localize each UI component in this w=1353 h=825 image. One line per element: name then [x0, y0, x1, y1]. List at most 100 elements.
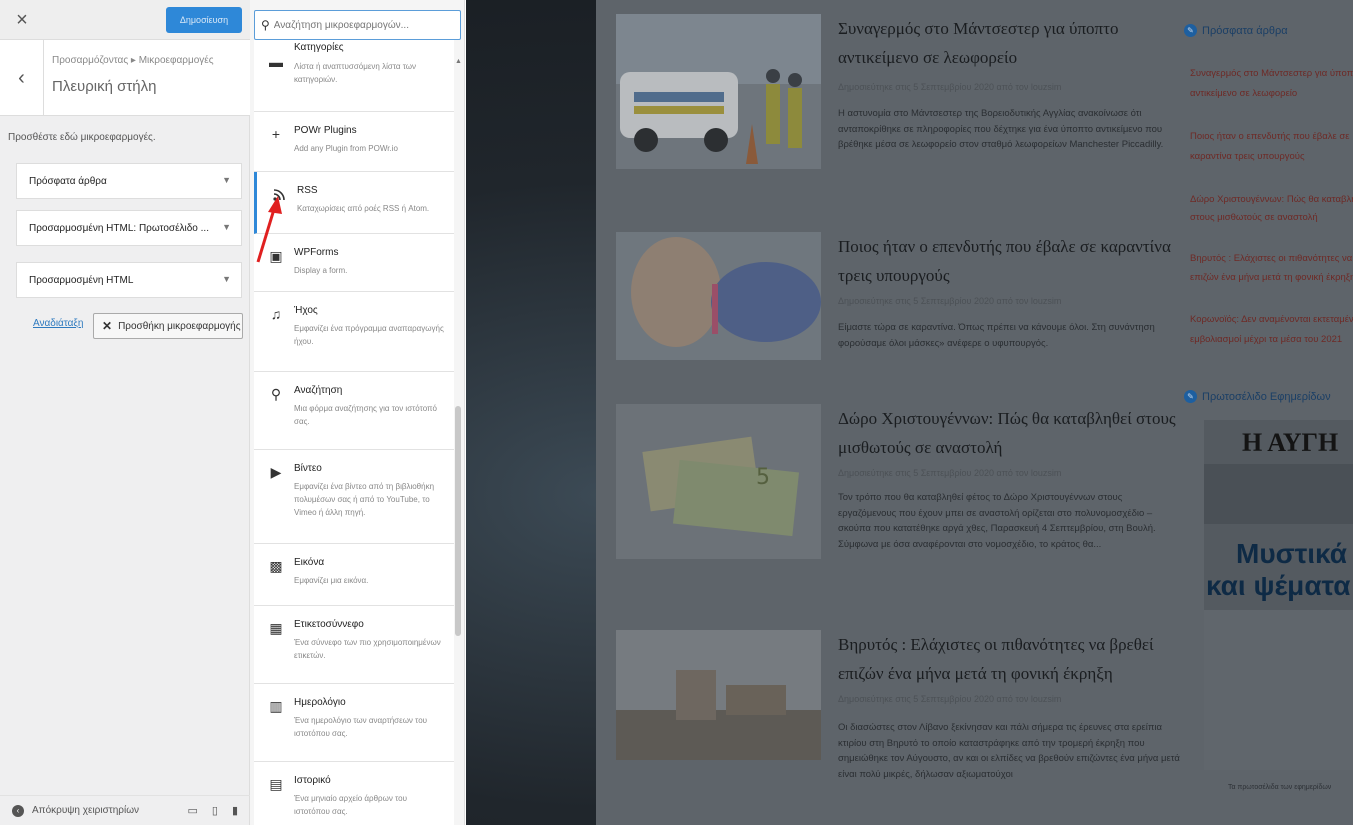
widget-option-desc: Μια φόρμα αναζήτησης για τον ιστότοπό σα… [294, 404, 437, 426]
post-excerpt: Τον τρόπο που θα καταβληθεί φέτος το Δώρ… [838, 492, 1156, 550]
widget-option-title: POWr Plugins [294, 125, 357, 136]
widget-option-title: WPForms [294, 247, 339, 258]
widget-label: Προσαρμοσμένη HTML [29, 274, 134, 286]
post-meta: Δημοσιεύτηκε στις 5 Σεπτεμβρίου 2020 από… [838, 468, 1062, 478]
recent-post-link[interactable]: Δώρο Χριστουγέννων: Πώς θα καταβληθεί [1190, 192, 1353, 208]
post-title[interactable]: Βηρυτός : Ελάχιστες οι πιθανότητες να βρ… [838, 630, 1178, 688]
pencil-icon: ✎ [1184, 24, 1197, 37]
widget-option-title: Ήχος [294, 305, 318, 316]
recent-post-link[interactable]: Κορωνοϊός: Δεν αναμένονται εκτεταμένοι [1190, 312, 1353, 328]
back-button[interactable]: ‹ [0, 40, 44, 116]
recent-post-link[interactable]: εμβολιασμοί μέχρι τα μέσα του 2021 [1190, 332, 1353, 348]
post-title[interactable]: Δώρο Χριστουγέννων: Πώς θα καταβληθεί στ… [838, 404, 1178, 462]
caret-down-icon[interactable]: ▼ [222, 175, 231, 185]
recent-post-link[interactable]: Συναγερμός στο Μάντσεστερ για ύποπτο [1190, 66, 1353, 82]
widget-option-title: Αναζήτηση [294, 385, 343, 396]
recent-posts-heading: ✎ Πρόσφατα άρθρα [1184, 24, 1288, 37]
widget-option-desc: Ένα ημερολόγιο των αναρτήσεων του ιστοτό… [294, 716, 428, 738]
add-widget-button[interactable]: ✕ Προσθήκη μικροεφαρμογής [93, 313, 243, 339]
widget-option-desc: Display a form. [294, 266, 348, 275]
widget-option-search[interactable]: ⚲ Αναζήτηση Μια φόρμα αναζήτησης για τον… [254, 372, 454, 450]
widget-option-powr[interactable]: + POWr Plugins Add any Plugin from POWr.… [254, 112, 454, 172]
widget-search-input[interactable] [273, 19, 454, 31]
post-thumbnail-banknotes[interactable]: 5 [616, 404, 821, 559]
widget-option-desc: Εμφανίζει μια εικόνα. [294, 576, 369, 585]
customizer-topbar: × Δημοσίευση [0, 0, 250, 40]
close-icon[interactable]: × [0, 0, 44, 40]
widget-option-archives[interactable]: ▤ Ιστορικό Ένα μηνιαίο αρχείο άρθρων του… [254, 762, 454, 825]
pencil-icon: ✎ [1184, 390, 1197, 403]
image-icon: ▩ [269, 557, 283, 574]
widget-option-image[interactable]: ▩ Εικόνα Εμφανίζει μια εικόνα. [254, 544, 454, 606]
hide-controls-icon[interactable]: ‹ [12, 804, 24, 817]
widget-option-tag-cloud[interactable]: ▦ Ετικετοσύννεφο Ένα σύννεφο των πιο χρη… [254, 606, 454, 684]
recent-posts-heading-label: Πρόσφατα άρθρα [1202, 24, 1288, 37]
widget-option-title: Κατηγορίες [294, 42, 344, 53]
reorder-link[interactable]: Αναδιάταξη [33, 318, 83, 329]
customizer-footer: ‹ Απόκρυψη χειριστηρίων ▭ ▯ ▮ [0, 795, 250, 825]
widget-option-desc: Ένα σύννεφο των πιο χρησιμοποιημένων ετι… [294, 638, 441, 660]
post-title[interactable]: Συναγερμός στο Μάντσεστερ για ύποπτο αντ… [838, 14, 1178, 72]
caret-down-icon[interactable]: ▼ [222, 274, 231, 284]
post-thumbnail-beirut[interactable] [616, 630, 821, 760]
recent-post-link[interactable]: στους μισθωτούς σε αναστολή [1190, 210, 1353, 226]
post-thumbnail-lab[interactable] [616, 232, 821, 360]
widget-option-video[interactable]: ▶ Βίντεο Εμφανίζει ένα βίντεο από τη βιβ… [254, 450, 454, 544]
video-icon: ▶ [270, 463, 282, 480]
recent-post-link[interactable]: επιζών ένα μήνα μετά τη φονική έκρηξη [1190, 270, 1353, 286]
widget-option-calendar[interactable]: ▥ Ημερολόγιο Ένα ημερολόγιο των αναρτήσε… [254, 684, 454, 762]
hide-controls-label[interactable]: Απόκρυψη χειριστηρίων [32, 805, 139, 816]
newspaper-header-block [1204, 464, 1353, 524]
widget-area-hint: Προσθέστε εδώ μικροεφαρμογές. [8, 132, 156, 143]
widget-option-desc: Add any Plugin from POWr.io [294, 144, 398, 153]
widget-option-title: RSS [297, 185, 318, 196]
plus-icon: + [271, 126, 281, 142]
newspaper-photo [1204, 610, 1353, 770]
site-sidebar: ✎ Πρόσφατα άρθρα Συναγερμός στο Μάντσεστ… [1176, 0, 1353, 825]
newspaper-headline: και ψέματα [1206, 570, 1351, 601]
widget-option-desc: Καταχωρίσεις από ροές RSS ή Atom. [297, 204, 430, 213]
customizer-section-header: ‹ Προσαρμόζοντας ▸ Μικροεφαρμογές Πλευρι… [0, 40, 250, 116]
scroll-up-icon[interactable]: ▲ [455, 58, 462, 66]
widget-option-desc: Ένα μηνιαίο αρχείο άρθρων του ιστοτόπου … [294, 794, 407, 816]
mobile-icon[interactable]: ▮ [232, 804, 238, 817]
recent-post-link[interactable]: Ποιος ήταν ο επενδυτής που έβαλε σε [1190, 129, 1353, 145]
widget-label: Προσαρμοσμένη HTML: Πρωτοσέλιδο ... [29, 222, 209, 234]
post-excerpt: Είμαστε τώρα σε καραντίνα. Όπως πρέπει ν… [838, 322, 1155, 349]
widget-list-scrollbar[interactable] [455, 406, 461, 636]
frontpages-heading: ✎ Πρωτοσέλιδο Εφημερίδων [1184, 390, 1331, 403]
widget-option-title: Βίντεο [294, 463, 322, 474]
widget-option-desc: Εμφανίζει ένα πρόγραμμα αναπαραγωγής ήχο… [294, 324, 444, 346]
desktop-icon[interactable]: ▭ [187, 804, 197, 817]
widget-option-audio[interactable]: ♫ Ήχος Εμφανίζει ένα πρόγραμμα αναπαραγω… [254, 292, 454, 372]
frontpages-heading-label: Πρωτοσέλιδο Εφημερίδων [1202, 390, 1331, 403]
widget-search-box[interactable]: ⚲ [254, 10, 461, 40]
recent-post-link[interactable]: Βηρυτός : Ελάχιστες οι πιθανότητες να βρ… [1190, 251, 1353, 267]
recent-post-link[interactable]: αντικείμενο σε λεωφορείο [1190, 86, 1353, 102]
archive-icon: ▤ [269, 775, 283, 792]
recent-post-link[interactable]: καραντίνα τρεις υπουργούς [1190, 149, 1353, 165]
post-thumbnail-police[interactable] [616, 14, 821, 169]
widget-option-wpforms[interactable]: ▣ WPForms Display a form. [254, 234, 454, 292]
post-item: Συναγερμός στο Μάντσεστερ για ύποπτο αντ… [616, 14, 1176, 194]
calendar-icon: ▥ [269, 697, 283, 714]
post-title[interactable]: Ποιος ήταν ο επενδυτής που έβαλε σε καρα… [838, 232, 1178, 290]
post-excerpt: Η αστυνομία στο Μάντσεστερ της Βορειοδυτ… [838, 108, 1164, 150]
post-meta: Δημοσιεύτηκε στις 5 Σεπτεμβρίου 2020 από… [838, 694, 1062, 704]
widget-recent-posts[interactable]: Πρόσφατα άρθρα ▼ [16, 163, 242, 199]
tablet-icon[interactable]: ▯ [212, 804, 218, 817]
widget-option-categories[interactable]: ▬ Κατηγορίες Λίστα ή αναπτυσσόμενη λίστα… [254, 40, 454, 112]
available-widgets-panel: ⚲ ▬ Κατηγορίες Λίστα ή αναπτυσσόμενη λίσ… [250, 0, 465, 825]
form-icon: ▣ [269, 247, 283, 264]
newspaper-frontpage[interactable]: Η ΑΥΓΗ Μυστικά και ψέματα [1204, 420, 1353, 770]
publish-button[interactable]: Δημοσίευση [166, 7, 242, 33]
widget-option-rss[interactable]: RSS Καταχωρίσεις από ροές RSS ή Atom. [254, 172, 454, 234]
add-widget-label: Προσθήκη μικροεφαρμογής [118, 320, 241, 332]
widget-custom-html-frontpage[interactable]: Προσαρμοσμένη HTML: Πρωτοσέλιδο ... ▼ [16, 210, 242, 246]
caret-down-icon[interactable]: ▼ [222, 222, 231, 232]
post-excerpt: Οι διασώστες στον Λίβανο ξεκίνησαν και π… [838, 722, 1180, 780]
widget-custom-html[interactable]: Προσαρμοσμένη HTML ▼ [16, 262, 242, 298]
widget-option-title: Ιστορικό [294, 775, 331, 786]
newspaper-caption: Τα πρωτοσέλιδα των εφημερίδων [1228, 784, 1332, 791]
rss-icon [271, 186, 287, 202]
